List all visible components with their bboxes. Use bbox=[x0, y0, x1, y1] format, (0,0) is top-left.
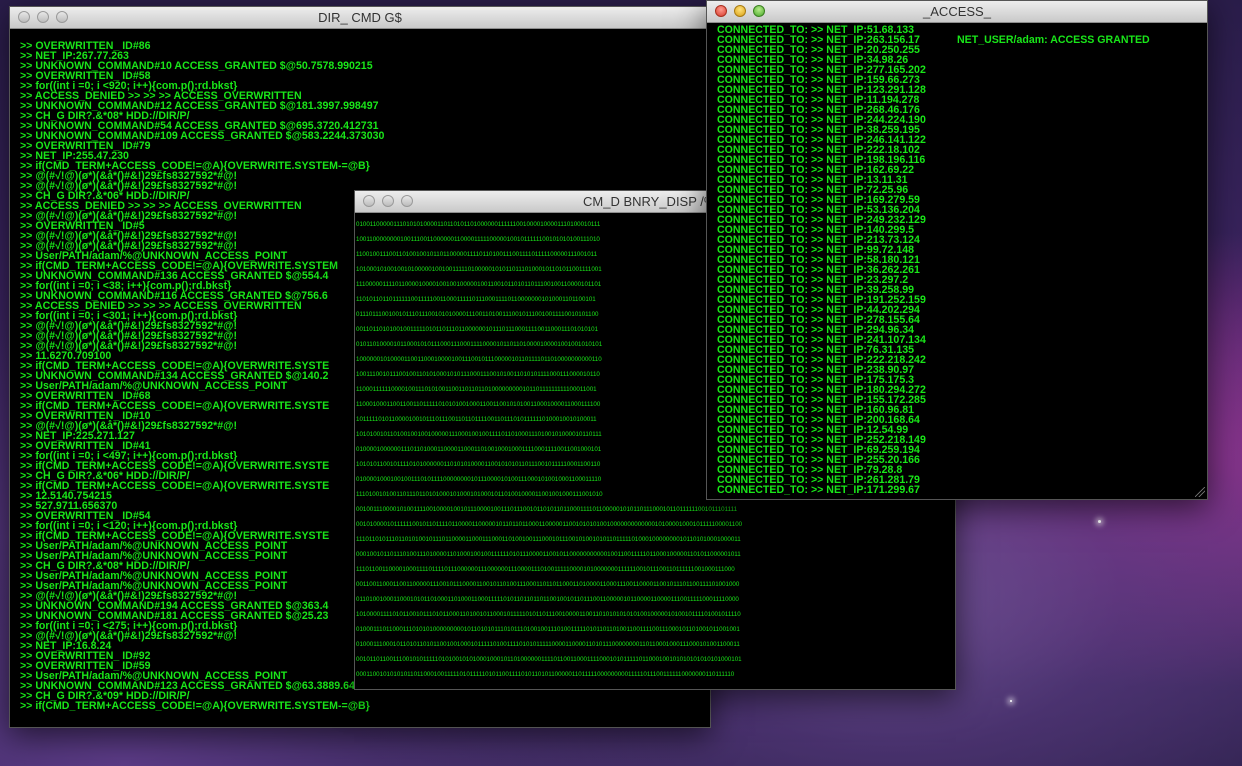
binary-row: 0010110110011100101011111010100101010001… bbox=[356, 656, 742, 663]
minimize-icon[interactable] bbox=[734, 5, 746, 17]
binary-row: 0010100001011111100101101111011000011000… bbox=[356, 521, 743, 528]
binary-row: 0001001011011101001110100001101000100100… bbox=[356, 551, 741, 558]
terminal-line: >> if(CMD_TERM+ACCESS_CODE!=@A){OVERWRIT… bbox=[20, 700, 370, 712]
resize-handle[interactable] bbox=[1195, 487, 1205, 497]
window-controls bbox=[363, 195, 413, 207]
star bbox=[1098, 520, 1101, 523]
window-controls bbox=[18, 11, 68, 23]
zoom-icon[interactable] bbox=[753, 5, 765, 17]
binary-row: 0100011101100011101010100000000010110101… bbox=[356, 626, 740, 633]
window-title: CM_D BNRY_DISP /% bbox=[583, 194, 716, 209]
access-window: _ACCESS_ CONNECTED_TO: >> NET_IP:51.68.1… bbox=[706, 0, 1208, 500]
window-title: DIR_ CMD G$ bbox=[318, 10, 402, 25]
connections-list: CONNECTED_TO: >> NET_IP:51.68.133 CONNECT… bbox=[717, 25, 957, 495]
zoom-icon[interactable] bbox=[56, 11, 68, 23]
zoom-icon[interactable] bbox=[401, 195, 413, 207]
access-titlebar[interactable]: _ACCESS_ bbox=[707, 1, 1207, 23]
window-title: _ACCESS_ bbox=[923, 4, 991, 19]
minimize-icon[interactable] bbox=[382, 195, 394, 207]
binary-row: 0011001100011001100000111001011100001100… bbox=[356, 581, 740, 588]
window-controls bbox=[715, 5, 765, 17]
access-status: NET_USER/adam: ACCESS GRANTED bbox=[957, 34, 1150, 46]
close-icon[interactable] bbox=[18, 11, 30, 23]
dir-cmd-titlebar[interactable]: DIR_ CMD G$ bbox=[10, 7, 710, 29]
binary-row: 0010011100001010011110010000100101110000… bbox=[356, 506, 738, 513]
binary-row: 0001100101010101101100010011111010111110… bbox=[356, 671, 735, 678]
close-icon[interactable] bbox=[363, 195, 375, 207]
close-icon[interactable] bbox=[715, 5, 727, 17]
minimize-icon[interactable] bbox=[37, 11, 49, 23]
binary-row: 0110100100011000101011010001101000110001… bbox=[356, 596, 739, 603]
binary-row: 1110110011000010001111011110111000000111… bbox=[356, 566, 735, 573]
binary-row: 1110110101110110101001011101100001100011… bbox=[356, 536, 741, 543]
star bbox=[1010, 700, 1012, 702]
connection-ip: 171.299.67 bbox=[866, 484, 920, 495]
connection-prefix: CONNECTED_TO: >> NET_IP: bbox=[717, 484, 867, 495]
connection-line: CONNECTED_TO: >> NET_IP:171.299.67 bbox=[717, 485, 957, 495]
binary-row: 0100011100010110101101011001001000101111… bbox=[356, 641, 740, 648]
binary-row: 1010000111101011001011101011000110100101… bbox=[356, 611, 741, 618]
